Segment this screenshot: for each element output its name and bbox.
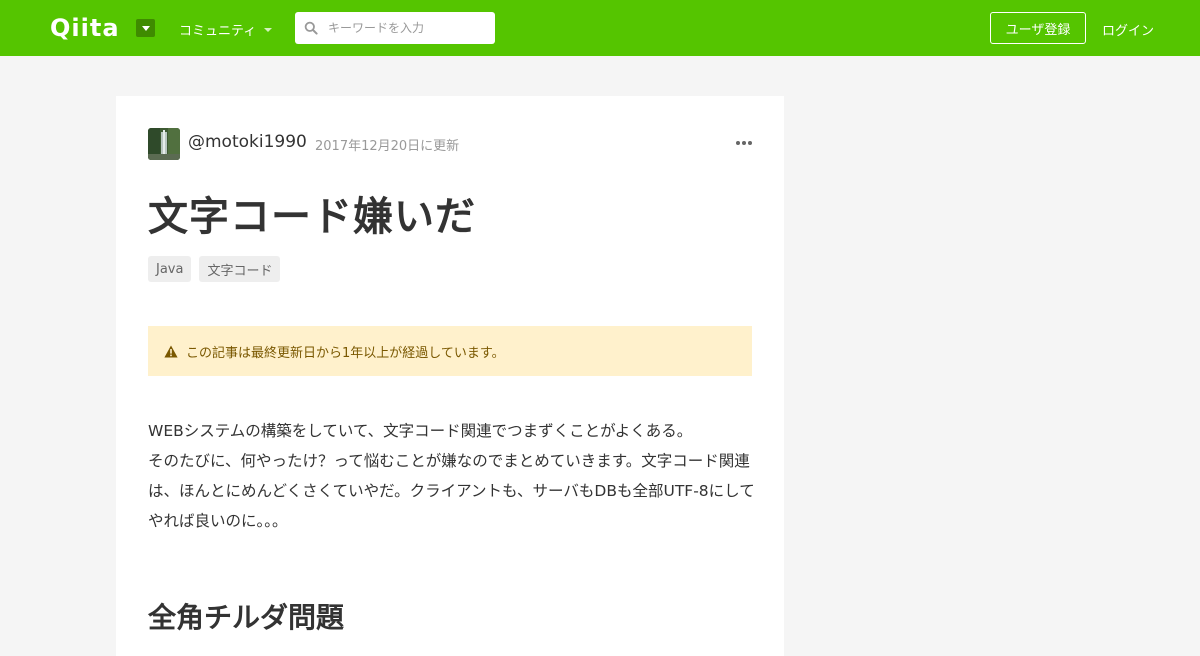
- community-menu[interactable]: コミュニティ: [179, 20, 273, 39]
- article-body: WEBシステムの構築をしていて、文字コード関連でつまずくことがよくある。 そのた…: [148, 416, 756, 536]
- paragraph-line-1: WEBシステムの構築をしていて、文字コード関連でつまずくことがよくある。: [148, 422, 693, 440]
- signup-button[interactable]: ユーザ登録: [990, 12, 1086, 44]
- author-username[interactable]: @motoki1990: [188, 132, 307, 152]
- paragraph-line-2: そのたびに、何やったけ？って悩むことが嫌なのでまとめていきます。文字コード関連は…: [148, 452, 755, 530]
- article-title: 文字コード嫌いだ: [148, 194, 476, 240]
- search-box[interactable]: [295, 12, 495, 44]
- tag-mojicode[interactable]: 文字コード: [199, 256, 281, 282]
- section-heading: 全角チルダ問題: [148, 601, 345, 634]
- updated-date: 2017年12月20日に更新: [315, 139, 460, 154]
- login-link[interactable]: ログイン: [1102, 20, 1154, 39]
- more-options-icon[interactable]: [736, 141, 752, 145]
- caret-down-icon: [264, 27, 273, 32]
- warning-icon: [164, 345, 178, 357]
- community-label: コミュニティ: [179, 24, 257, 39]
- search-icon: [304, 21, 318, 35]
- alert-text: この記事は最終更新日から1年以上が経過しています。: [186, 345, 505, 361]
- avatar-image: [148, 128, 180, 160]
- top-navbar: Qiita コミュニティ ユーザ登録 ログイン: [0, 0, 1200, 56]
- tag-java[interactable]: Java: [148, 256, 192, 282]
- author-avatar[interactable]: [148, 128, 180, 160]
- tag-list: Java 文字コード: [148, 256, 281, 282]
- qiita-logo[interactable]: Qiita: [50, 13, 120, 43]
- article-card: @motoki1990 2017年12月20日に更新 文字コード嫌いだ Java…: [116, 96, 784, 656]
- caret-down-icon: [141, 25, 150, 31]
- outdated-alert: この記事は最終更新日から1年以上が経過しています。: [148, 326, 752, 376]
- service-menu-button[interactable]: [136, 19, 155, 37]
- search-input[interactable]: [326, 20, 486, 36]
